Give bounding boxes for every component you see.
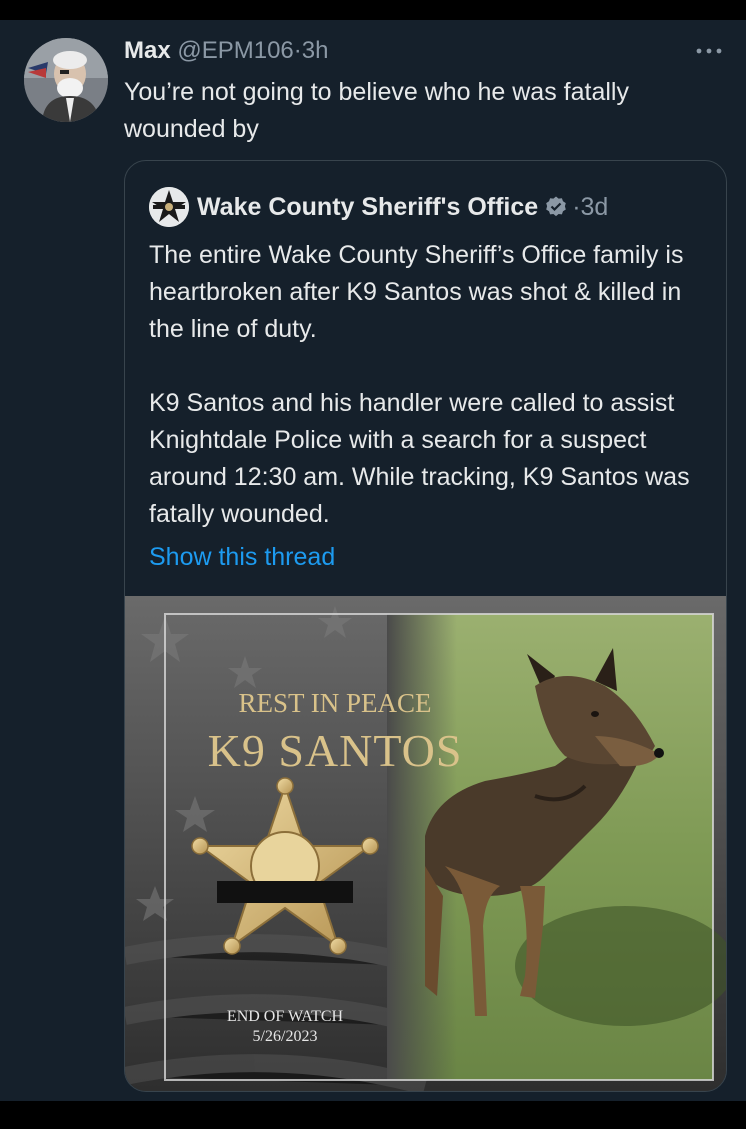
quoted-paragraph-1: The entire Wake County Sheriff’s Office …	[149, 241, 684, 343]
avatar-image	[24, 38, 108, 122]
quoted-tweet-body: The entire Wake County Sheriff’s Office …	[149, 237, 704, 533]
tweet-header: Max @EPM106·3h	[124, 36, 328, 66]
quoted-tweet-header: Wake County Sheriff's Office · 3d	[149, 187, 609, 227]
memorial-line-2: K9 SANTOS	[207, 725, 463, 776]
quoted-paragraph-2: K9 Santos and his handler were called to…	[149, 389, 690, 528]
end-of-watch-date: 5/26/2023	[252, 1028, 318, 1045]
quoted-time[interactable]: 3d	[581, 193, 609, 222]
memorial-line-1: REST IN PEACE	[238, 688, 432, 718]
bottom-bar	[0, 1101, 746, 1129]
sheriff-star-avatar[interactable]	[149, 187, 189, 227]
author-avatar[interactable]	[24, 38, 108, 122]
show-thread-link[interactable]: Show this thread	[149, 541, 335, 573]
status-bar	[0, 0, 746, 20]
author-handle[interactable]: @EPM106	[177, 37, 293, 64]
quoted-tweet[interactable]: Wake County Sheriff's Office · 3d The ent…	[124, 160, 727, 1092]
memorial-image[interactable]: REST IN PEACE K9 SANTOS END OF WATCH 5/2…	[125, 596, 726, 1091]
more-icon[interactable]	[694, 42, 724, 58]
author-name[interactable]: Max	[124, 37, 171, 64]
verified-badge-icon	[544, 195, 568, 219]
quoted-author-name[interactable]: Wake County Sheriff's Office	[197, 193, 538, 222]
header-separator: ·	[293, 37, 302, 64]
quoted-separator: ·	[572, 192, 581, 221]
tweet[interactable]: Max @EPM106·3h You’re not going to belie…	[0, 20, 746, 1101]
tweet-time[interactable]: 3h	[302, 37, 329, 64]
end-of-watch-label: END OF WATCH	[226, 1008, 344, 1025]
tweet-text: You’re not going to believe who he was f…	[124, 78, 629, 143]
